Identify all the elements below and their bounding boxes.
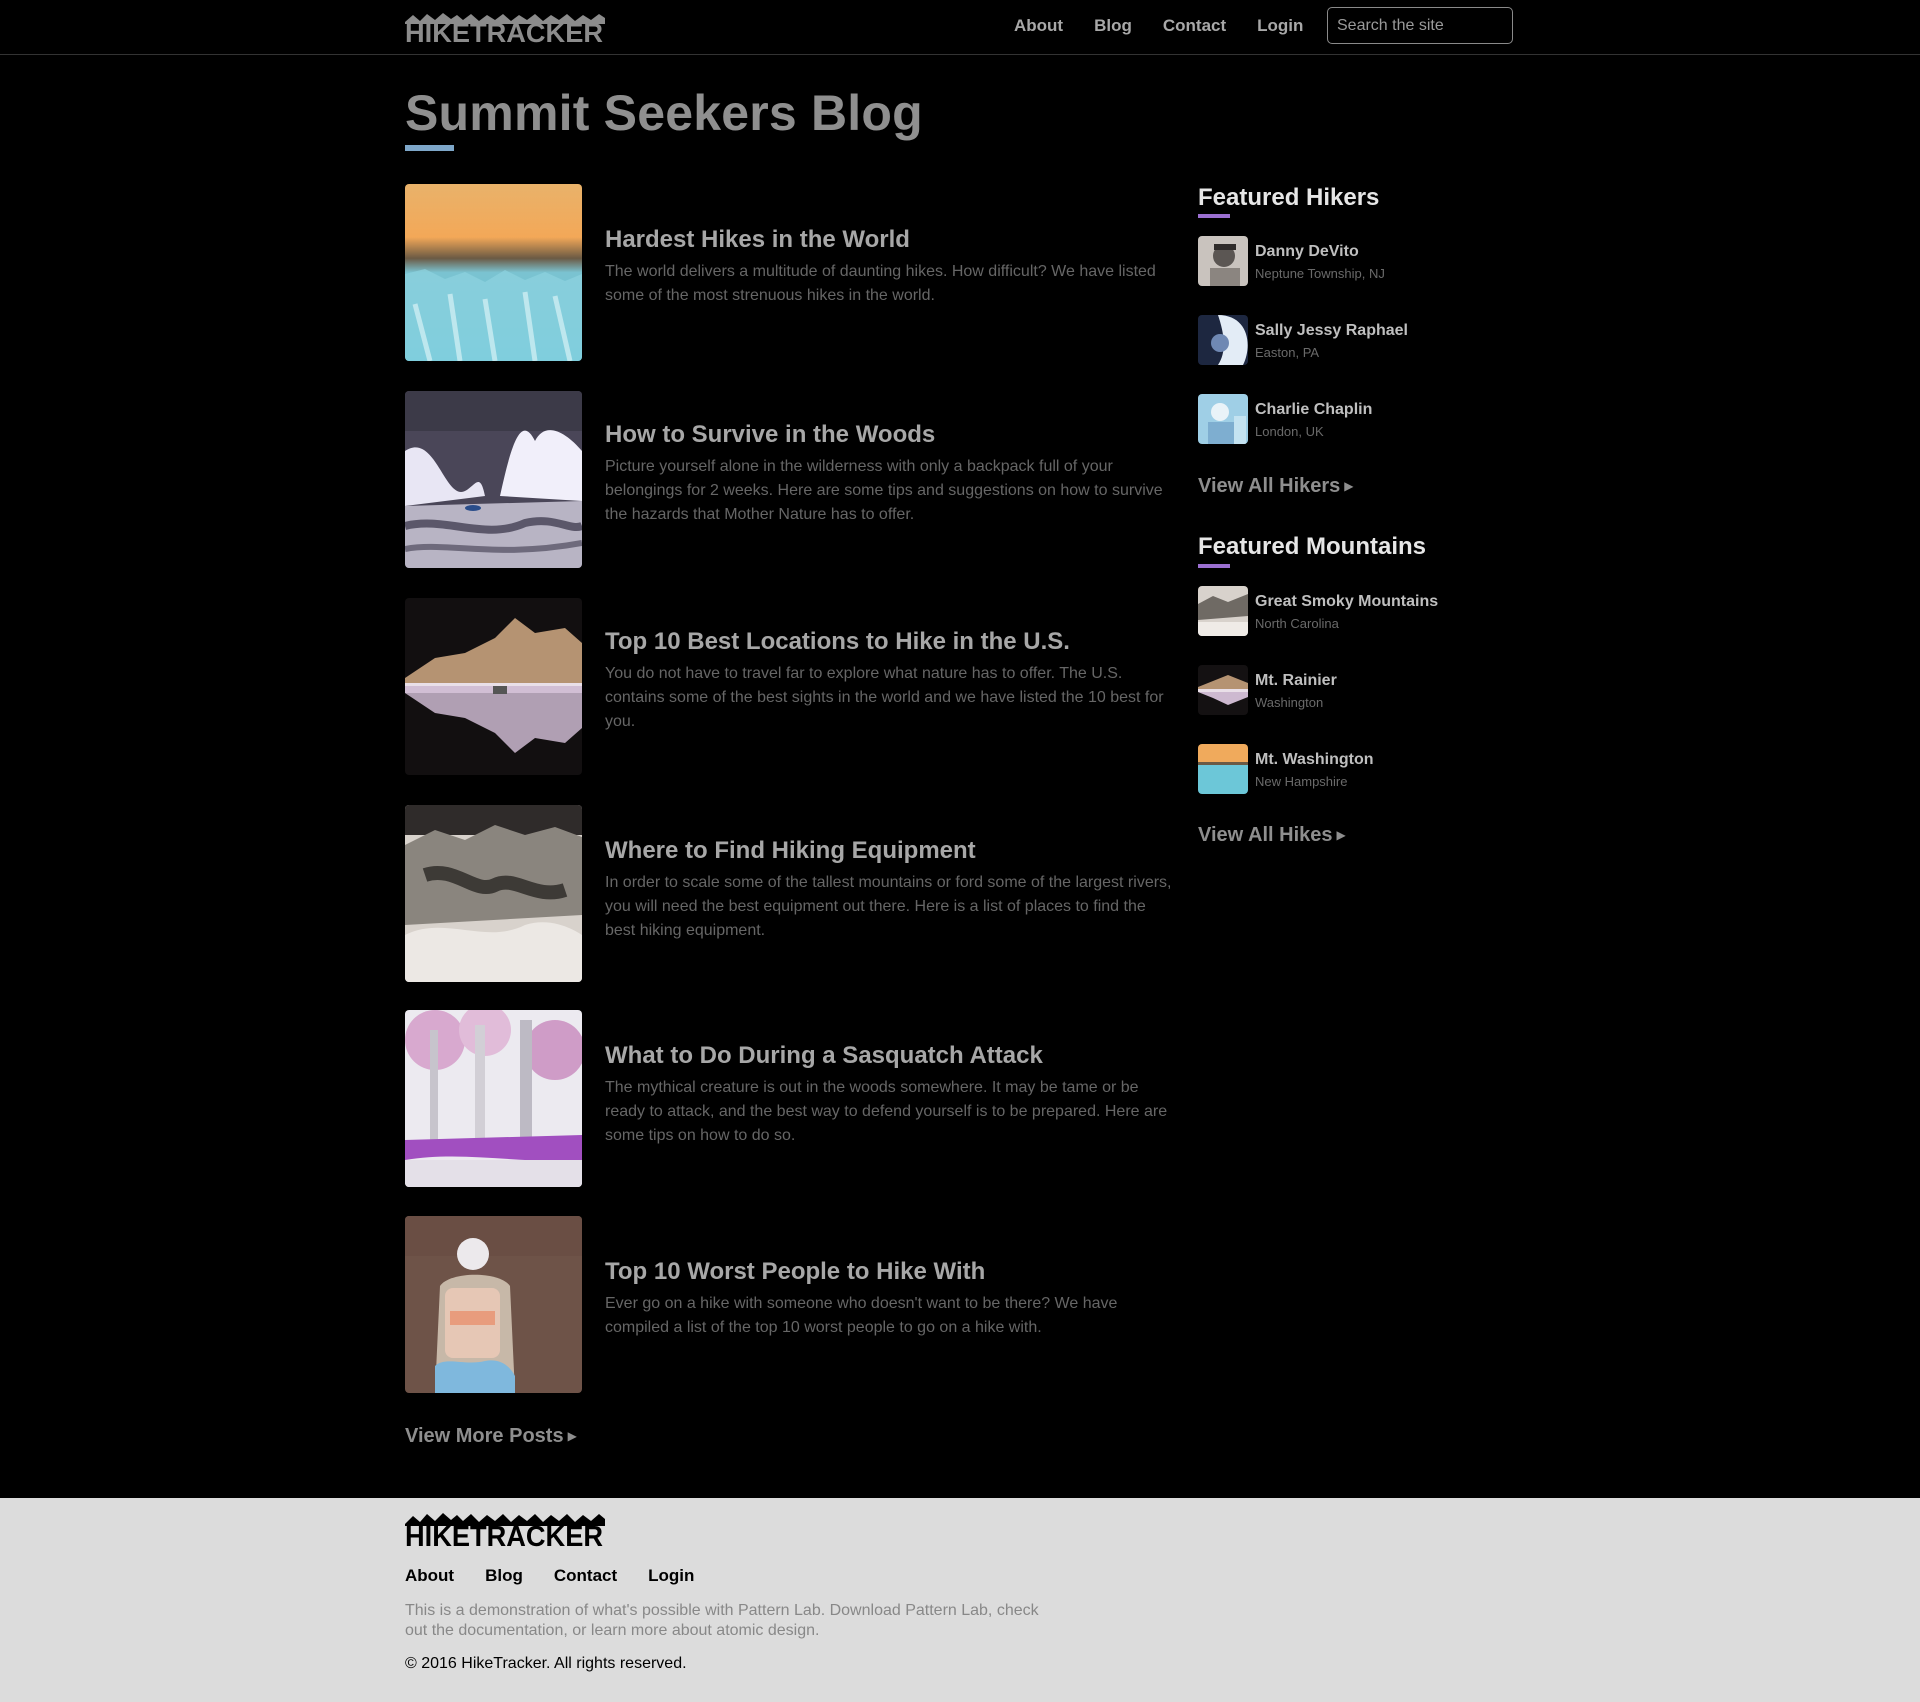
hiker-item[interactable]: Danny DeVito Neptune Township, NJ — [1198, 236, 1478, 288]
post-item: Top 10 Best Locations to Hike in the U.S… — [405, 598, 1165, 776]
post-item: Where to Find Hiking Equipment In order … — [405, 805, 1171, 983]
hiker-item[interactable]: Charlie Chaplin London, UK — [1198, 394, 1478, 446]
post-excerpt: Ever go on a hike with someone who doesn… — [605, 1295, 1118, 1336]
hiker-item[interactable]: Sally Jessy Raphael Easton, PA — [1198, 315, 1478, 367]
footer-nav-about[interactable]: About — [405, 1566, 454, 1586]
site-logo[interactable]: HIKETRACKER — [405, 12, 605, 44]
view-all-hikes-link[interactable]: View All Hikes ▶ — [1198, 824, 1346, 847]
hiker-avatar — [1198, 236, 1248, 286]
post-item: What to Do During a Sasquatch Attack The… — [405, 1010, 1167, 1188]
forest-swamp-image[interactable] — [405, 1010, 582, 1187]
post-excerpt: You do not have to travel far to explore… — [605, 665, 1164, 730]
footer-nav-blog[interactable]: Blog — [485, 1566, 523, 1586]
mountain-location: New Hampshire — [1255, 774, 1348, 789]
hiker-avatar — [1198, 315, 1248, 365]
featured-mountains-underline — [1198, 564, 1230, 568]
footer-logo[interactable]: HIKETRACKER — [405, 1512, 605, 1553]
site-header: HIKETRACKER About Blog Contact Login — [0, 0, 1920, 55]
nav-contact[interactable]: Contact — [1163, 16, 1226, 36]
footer-copyright: © 2016 HikeTracker. All rights reserved. — [405, 1655, 687, 1672]
title-underline — [405, 145, 454, 151]
footer-logo-graphic: HIKETRACKER — [405, 1513, 605, 1553]
view-all-hikers-link[interactable]: View All Hikers ▶ — [1198, 475, 1354, 498]
hiker-location: London, UK — [1255, 424, 1324, 439]
view-more-posts-label: View More Posts — [405, 1425, 564, 1447]
rocky-mountain-image[interactable] — [405, 805, 582, 982]
view-more-posts-link[interactable]: View More Posts ▶ — [405, 1425, 577, 1448]
hiker-location: Neptune Township, NJ — [1255, 266, 1385, 281]
mountain-location: Washington — [1255, 695, 1324, 710]
nav-login[interactable]: Login — [1257, 16, 1303, 36]
triangle-right-icon: ▶ — [567, 1429, 577, 1443]
nav-about[interactable]: About — [1014, 16, 1063, 36]
backpacker-image[interactable] — [405, 1216, 582, 1393]
mountain-thumbnail — [1198, 586, 1248, 636]
page-title: Summit Seekers Blog — [405, 85, 923, 141]
hiker-name: Sally Jessy Raphael — [1255, 322, 1408, 339]
logo-graphic: HIKETRACKER — [405, 13, 605, 44]
mountain-item[interactable]: Mt. Washington New Hampshire — [1198, 744, 1478, 796]
post-item: How to Survive in the Woods Picture your… — [405, 391, 1165, 569]
mountain-location: North Carolina — [1255, 616, 1339, 631]
search-input[interactable] — [1327, 7, 1513, 44]
mountain-item[interactable]: Great Smoky Mountains North Carolina — [1198, 586, 1478, 638]
triangle-right-icon: ▶ — [1344, 479, 1354, 493]
mountain-thumbnail — [1198, 744, 1248, 794]
post-excerpt: Picture yourself alone in the wilderness… — [605, 458, 1163, 523]
post-title[interactable]: What to Do During a Sasquatch Attack — [605, 1042, 1043, 1070]
post-item: Top 10 Worst People to Hike With Ever go… — [405, 1216, 1165, 1394]
hiker-location: Easton, PA — [1255, 345, 1320, 360]
hiker-avatar — [1198, 394, 1248, 444]
snowy-trees-river-image[interactable] — [405, 391, 582, 568]
mountain-item[interactable]: Mt. Rainier Washington — [1198, 665, 1478, 717]
hiker-name: Danny DeVito — [1255, 243, 1359, 260]
lake-reflection-image[interactable] — [405, 598, 582, 775]
post-excerpt: The world delivers a multitude of daunti… — [605, 263, 1156, 304]
nav-blog[interactable]: Blog — [1094, 16, 1132, 36]
svg-text:HIKETRACKER: HIKETRACKER — [405, 1521, 603, 1548]
mountain-name: Mt. Rainier — [1255, 672, 1337, 689]
mountain-thumbnail — [1198, 665, 1248, 715]
main-nav: About Blog Contact Login — [1014, 16, 1334, 36]
triangle-right-icon: ▶ — [1336, 828, 1346, 842]
featured-mountains-heading: Featured Mountains — [1198, 533, 1427, 560]
footer-nav: About Blog Contact Login — [405, 1566, 725, 1586]
post-title[interactable]: How to Survive in the Woods — [605, 421, 935, 449]
post-title[interactable]: Top 10 Best Locations to Hike in the U.S… — [605, 628, 1070, 656]
featured-hikers-underline — [1198, 214, 1230, 218]
post-title[interactable]: Hardest Hikes in the World — [605, 226, 910, 254]
post-title[interactable]: Where to Find Hiking Equipment — [605, 837, 976, 865]
footer-description: This is a demonstration of what's possib… — [405, 1602, 1039, 1639]
post-excerpt: In order to scale some of the tallest mo… — [605, 874, 1172, 939]
post-title[interactable]: Top 10 Worst People to Hike With — [605, 1258, 985, 1286]
post-excerpt: The mythical creature is out in the wood… — [605, 1079, 1168, 1144]
view-all-hikes-label: View All Hikes — [1198, 824, 1333, 846]
svg-text:HIKETRACKER: HIKETRACKER — [405, 18, 603, 44]
glacier-sunset-image[interactable] — [405, 184, 582, 361]
footer-nav-contact[interactable]: Contact — [554, 1566, 617, 1586]
post-item: Hardest Hikes in the World The world del… — [405, 184, 1165, 362]
hiker-name: Charlie Chaplin — [1255, 401, 1373, 418]
featured-hikers-heading: Featured Hikers — [1198, 184, 1380, 211]
footer-nav-login[interactable]: Login — [648, 1566, 694, 1586]
site-footer: HIKETRACKER About Blog Contact Login Thi… — [0, 1498, 1920, 1702]
view-all-hikers-label: View All Hikers — [1198, 475, 1341, 497]
mountain-name: Mt. Washington — [1255, 751, 1374, 768]
mountain-name: Great Smoky Mountains — [1255, 593, 1439, 610]
